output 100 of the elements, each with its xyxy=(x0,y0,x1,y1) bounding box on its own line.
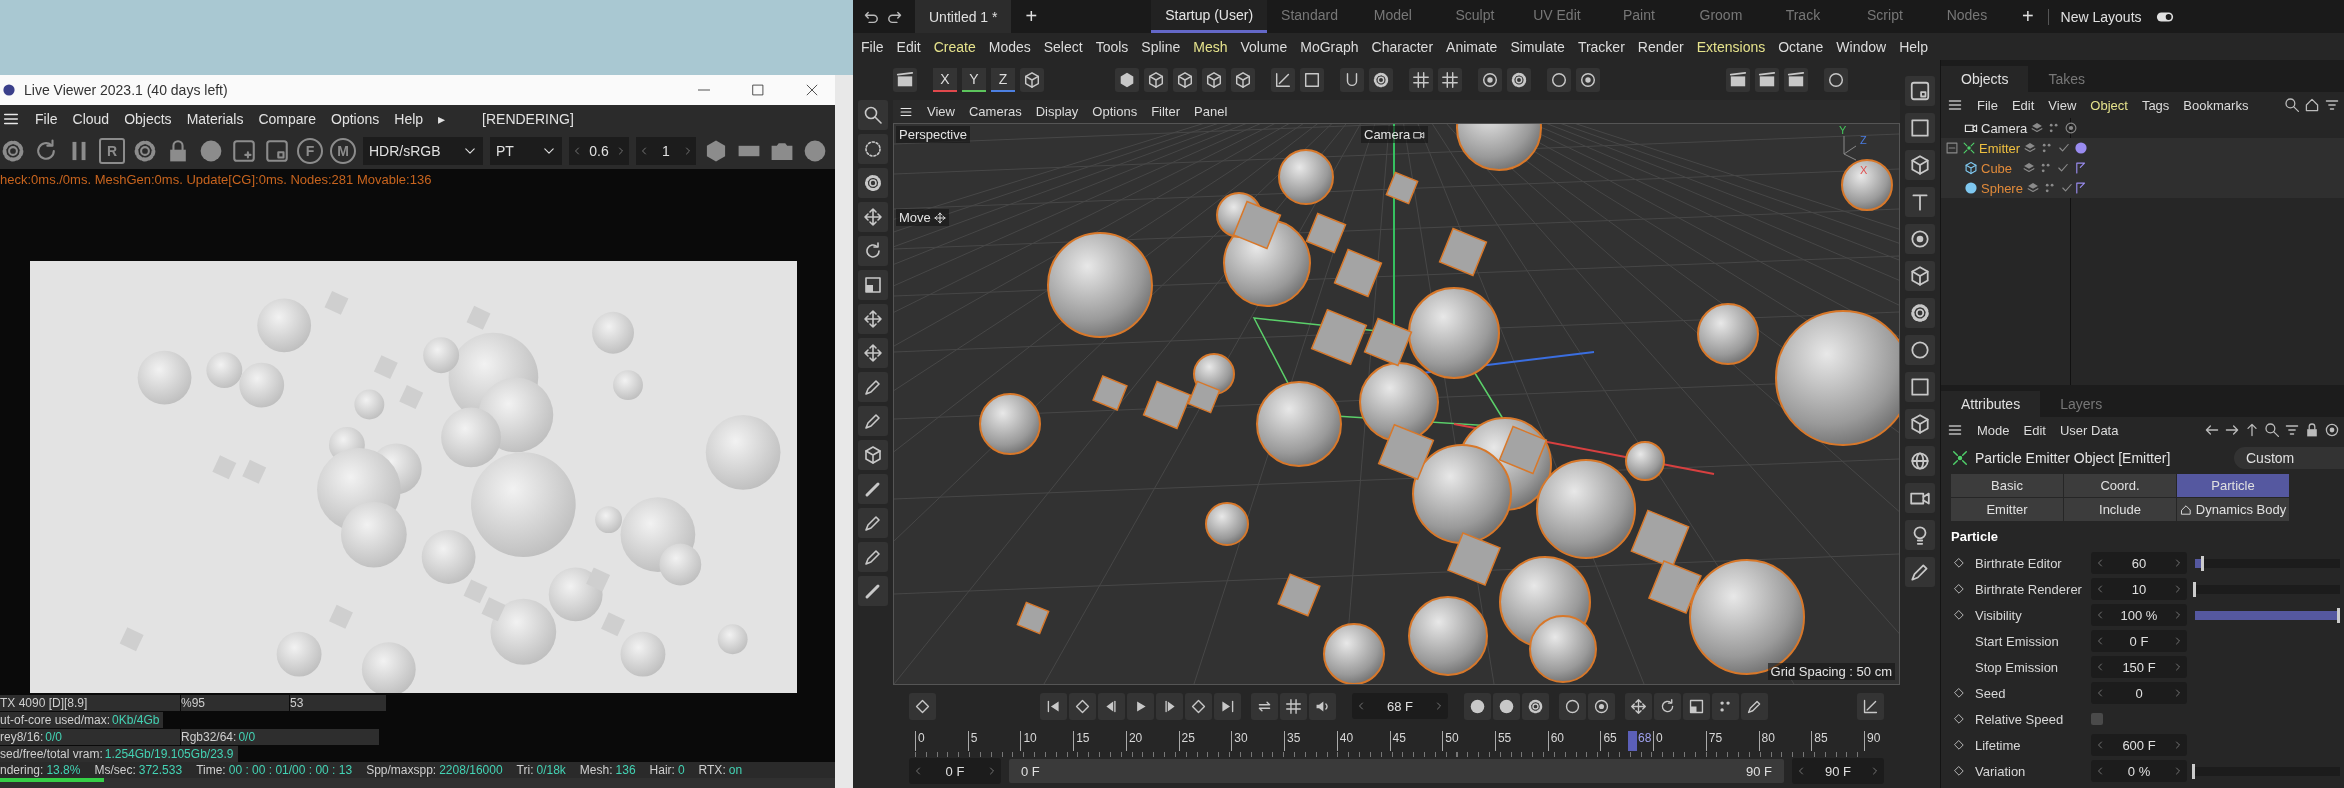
letter-button[interactable]: R xyxy=(99,138,125,164)
video-camera-icon[interactable] xyxy=(1905,483,1935,513)
menu-item[interactable]: Spline xyxy=(1141,38,1181,55)
menu-item[interactable]: Tracker xyxy=(1577,38,1625,55)
menu-item[interactable]: Cloud xyxy=(72,111,110,127)
square-icon[interactable] xyxy=(1300,68,1324,92)
cube-icon[interactable] xyxy=(1144,68,1168,92)
viewport[interactable]: Y Z X Perspective Camera Move Grid Spacing : 50 cm xyxy=(893,123,1900,685)
diamond-icon[interactable] xyxy=(1953,557,1965,569)
globe-icon[interactable] xyxy=(1905,446,1935,476)
menu-item[interactable]: Help xyxy=(1899,38,1928,55)
skip-start-icon[interactable] xyxy=(1040,692,1067,720)
menu-item[interactable]: View xyxy=(927,104,955,119)
letter-button[interactable]: M xyxy=(330,138,356,164)
menu-item[interactable]: Tools xyxy=(1095,38,1129,55)
menu-icon[interactable] xyxy=(1947,97,1963,113)
filter-icon[interactable] xyxy=(2284,422,2300,438)
menu-item[interactable]: Bookmarks xyxy=(2183,97,2249,113)
dropdown[interactable]: PT xyxy=(490,137,562,165)
menu-item[interactable]: Edit xyxy=(2011,97,2035,113)
cube-icon[interactable] xyxy=(1905,150,1935,180)
layout-tab[interactable]: Standard xyxy=(1267,0,1352,33)
grid-icon[interactable] xyxy=(1438,68,1462,92)
diamond-icon[interactable] xyxy=(1953,583,1965,595)
grid-icon[interactable] xyxy=(1409,68,1433,92)
move-icon[interactable] xyxy=(1625,692,1652,720)
menu-item[interactable]: Extensions xyxy=(1696,38,1766,55)
panel-tab[interactable]: Objects xyxy=(1941,66,2029,92)
menu-item[interactable]: Edit xyxy=(896,38,921,55)
menu-icon[interactable] xyxy=(1947,422,1963,438)
playhead[interactable] xyxy=(1628,731,1638,751)
diamond-icon[interactable] xyxy=(1953,713,1965,725)
layout-tab[interactable]: UV Edit xyxy=(1515,0,1598,33)
target-icon[interactable] xyxy=(1905,224,1935,254)
menu-item[interactable]: Animate xyxy=(1446,38,1498,55)
menu-item[interactable]: MoGraph xyxy=(1300,38,1359,55)
cube-icon[interactable] xyxy=(1202,68,1226,92)
cube-icon[interactable] xyxy=(1173,68,1197,92)
menu-item[interactable]: File xyxy=(35,111,58,127)
record-icon[interactable] xyxy=(1464,692,1491,720)
menu-item[interactable]: View xyxy=(2048,97,2077,113)
target-icon[interactable] xyxy=(1478,68,1502,92)
cube-icon[interactable] xyxy=(1020,68,1044,92)
menu-item[interactable]: Help xyxy=(394,111,424,127)
slider-track[interactable] xyxy=(2195,584,2340,594)
speaker-icon[interactable] xyxy=(1309,692,1336,720)
frame-range-bar[interactable]: 0 F 90 F xyxy=(1009,759,1784,783)
menu-item[interactable]: Options xyxy=(1092,104,1138,119)
menu-item[interactable]: Simulate xyxy=(1510,38,1565,55)
menu-item[interactable]: Volume xyxy=(1240,38,1288,55)
square-icon[interactable] xyxy=(1905,372,1935,402)
sphere-icon[interactable] xyxy=(198,138,224,164)
pen-icon[interactable] xyxy=(1741,692,1768,720)
document-tab[interactable]: Untitled 1 * xyxy=(915,0,1012,33)
layout-tab[interactable]: Script xyxy=(1843,0,1926,33)
cube-icon[interactable] xyxy=(858,440,888,470)
film-icon[interactable] xyxy=(893,68,917,92)
rotate-icon[interactable] xyxy=(858,236,888,266)
menu-item[interactable]: Materials xyxy=(186,111,244,127)
rotate-icon[interactable] xyxy=(1654,692,1681,720)
page-tab[interactable]: Basic xyxy=(1951,474,2063,497)
menu-item[interactable]: Octane xyxy=(1778,38,1824,55)
menu-item[interactable]: Objects xyxy=(124,111,172,127)
panel-tab[interactable]: Attributes xyxy=(1941,391,2041,417)
menu-item[interactable]: Mode xyxy=(1977,422,2010,438)
dropdown[interactable]: HDR/sRGB xyxy=(363,137,483,165)
menu-item[interactable]: User Data xyxy=(2059,422,2119,438)
dots-icon[interactable] xyxy=(1712,692,1739,720)
arrow-right-icon[interactable] xyxy=(2224,422,2240,438)
scale-icon[interactable] xyxy=(1683,692,1710,720)
panel-tab[interactable]: Layers xyxy=(2040,391,2123,417)
axis-lock-button[interactable]: X xyxy=(933,68,957,92)
film-icon[interactable] xyxy=(1755,68,1779,92)
menu-item[interactable]: Render xyxy=(1637,38,1684,55)
axis-lock-button[interactable]: Z xyxy=(991,68,1015,92)
layout-tab[interactable]: Nodes xyxy=(1925,0,2008,33)
layout-tab[interactable]: Track xyxy=(1761,0,1844,33)
menu-item[interactable]: Object xyxy=(2090,97,2128,113)
cube-icon[interactable] xyxy=(1231,68,1255,92)
letter-t-icon[interactable] xyxy=(1905,187,1935,217)
layout-tab[interactable]: Model xyxy=(1351,0,1434,33)
menu-item[interactable]: Modes xyxy=(988,38,1031,55)
cube-icon[interactable] xyxy=(1905,409,1935,439)
arrow-left-icon[interactable] xyxy=(2204,422,2220,438)
slider-track[interactable] xyxy=(2195,766,2340,776)
collapse-icon[interactable] xyxy=(1945,141,1959,155)
lock-icon[interactable] xyxy=(2304,422,2320,438)
sphere-icon[interactable] xyxy=(802,138,828,164)
bulb-icon[interactable] xyxy=(1905,520,1935,550)
scale-icon[interactable] xyxy=(858,270,888,300)
new-tab-button[interactable]: + xyxy=(1011,5,1052,28)
slider-thumb[interactable] xyxy=(2337,607,2340,623)
diamond-icon[interactable] xyxy=(1953,765,1965,777)
layout-tab[interactable]: Paint xyxy=(1597,0,1680,33)
target-icon[interactable] xyxy=(1576,68,1600,92)
film-icon[interactable] xyxy=(1726,68,1750,92)
target-icon[interactable] xyxy=(2324,422,2340,438)
slider-thumb[interactable] xyxy=(2192,763,2195,779)
menu-item[interactable]: Select xyxy=(1043,38,1083,55)
menu-item[interactable]: Character xyxy=(1371,38,1434,55)
